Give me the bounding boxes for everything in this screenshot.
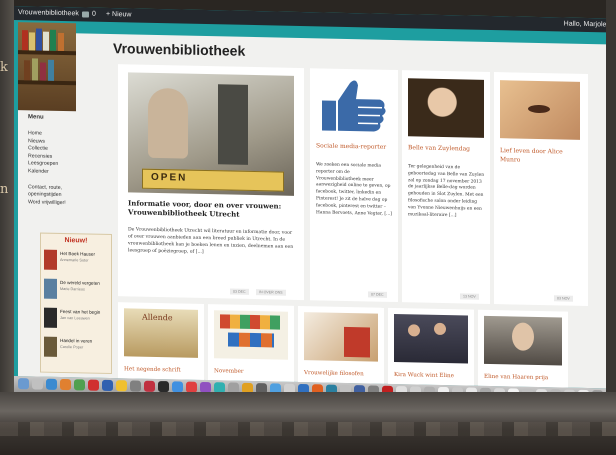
new-content-button[interactable]: + Nieuw: [106, 8, 131, 23]
featured-post-title[interactable]: Informatie voor, door en over vrouwen: V…: [128, 198, 294, 219]
thumbs-up-icon: [316, 76, 392, 136]
post-excerpt: Ter gelegenheid van de geboortedag van B…: [408, 164, 485, 218]
nieuw-book[interactable]: Handel in veren Carolie Poper: [44, 336, 108, 362]
post-title[interactable]: Vrouwelijke filosofen: [304, 370, 364, 377]
app-icon[interactable]: [158, 381, 169, 393]
featured-post-image: OPEN: [128, 72, 294, 196]
post-title[interactable]: November: [214, 368, 244, 375]
nieuw-title: Nieuw!: [64, 237, 88, 245]
app-icon[interactable]: [102, 379, 113, 392]
book-cover: [44, 249, 57, 270]
post-image-portrait: [408, 78, 484, 138]
app-icon[interactable]: [116, 380, 127, 392]
book-cover: [44, 307, 57, 328]
featured-post-category[interactable]: IN OVER ONS: [256, 289, 286, 296]
book-title: Handel in veren: [60, 337, 93, 344]
monitor-bezel-bottom: [0, 392, 616, 455]
nieuw-book[interactable]: De wereld vergeten Marie Darrieus: [44, 278, 108, 304]
nieuw-book[interactable]: Feest van het begin Jan van Leeuwen: [44, 307, 108, 333]
post-date: 03 NOV: [554, 295, 573, 302]
app-icon[interactable]: [172, 381, 183, 393]
app-icon[interactable]: [74, 379, 85, 391]
post-excerpt: We zoeken een sociale media reporter om …: [316, 162, 392, 217]
post-title[interactable]: Het negende schrift: [124, 366, 181, 373]
page-content: Vrouwenbibliotheek Menu Home Nieuws Coll…: [18, 22, 612, 389]
post-image-people: [394, 313, 468, 364]
monitor-screen: Vrouwenbibliotheek 0 + Nieuw Hallo, Marj…: [14, 6, 612, 405]
admin-bar-site-name[interactable]: Vrouwenbibliotheek: [18, 6, 79, 21]
post-card-filosofen[interactable]: Vrouwelijke filosofen: [298, 305, 384, 384]
post-card-november[interactable]: November: [208, 304, 294, 382]
book-author: Carolie Poper: [60, 344, 84, 350]
book-author: Marie Darrieus: [60, 286, 85, 292]
admin-bar: Vrouwenbibliotheek 0 + Nieuw Hallo, Marj…: [14, 6, 612, 33]
admin-bar-greeting[interactable]: Hallo, Marjolei: [564, 18, 608, 33]
post-card-kira-wuck[interactable]: Kira Wuck wint Eline: [388, 307, 474, 386]
app-icon[interactable]: [88, 379, 99, 391]
featured-post-card[interactable]: OPEN Informatie voor, door en over vrouw…: [118, 64, 304, 301]
post-image-letter-blocks: [214, 310, 288, 360]
open-sign-text: OPEN: [151, 171, 188, 184]
comments-count[interactable]: 0: [92, 8, 96, 22]
monitor-bezel-right: [606, 0, 616, 455]
app-icon[interactable]: [130, 380, 141, 392]
post-title[interactable]: Lief leven door Alice Munro: [500, 146, 584, 166]
app-icon[interactable]: [32, 378, 43, 390]
book-author: Jan van Leeuwen: [60, 315, 90, 321]
post-card-allende[interactable]: Allende Het negende schrift: [118, 302, 204, 380]
book-cover: [44, 336, 57, 357]
featured-post-date: 03 DEC: [230, 288, 249, 295]
featured-post-excerpt: De Vrouwenbibliotheek Utrecht wil litera…: [128, 227, 294, 255]
menu-item-vrijwilliger[interactable]: Word vrijwilliger!: [28, 199, 106, 208]
post-image-face: [500, 80, 580, 140]
book-author: Annemarie Sutor: [60, 257, 89, 263]
book-title: De wereld vergeten: [60, 279, 100, 286]
post-title[interactable]: Sociale media-reporter: [316, 142, 396, 151]
post-image-portrait: [484, 315, 562, 366]
left-margin-text-1: k: [0, 60, 8, 75]
post-image-book-cover: Allende: [124, 308, 198, 358]
post-date: 13 NOV: [460, 293, 479, 300]
post-card-eline[interactable]: Eline van Haaren prija: [478, 309, 568, 388]
nieuw-widget: Nieuw! Het Boek Hauser Annemarie Sutor D…: [40, 232, 112, 375]
post-title[interactable]: Kira Wuck wint Eline: [394, 372, 454, 379]
app-icon[interactable]: [144, 380, 155, 392]
post-title[interactable]: Belle van Zuylendag: [408, 144, 488, 153]
cover-text: Allende: [142, 312, 173, 323]
book-title: Feest van het begin: [60, 308, 101, 315]
app-icon[interactable]: [46, 378, 57, 390]
book-title: Het Boek Hauser: [60, 250, 95, 257]
left-margin-text-2: n: [0, 182, 9, 197]
post-card-sociale-media[interactable]: Sociale media-reporter We zoeken een soc…: [310, 68, 398, 303]
app-icon[interactable]: [60, 378, 71, 391]
header-bookshelf-image: [18, 22, 76, 112]
site-title[interactable]: Vrouwenbibliotheek: [113, 40, 245, 59]
finder-icon[interactable]: [18, 378, 29, 390]
post-image-books: [304, 312, 378, 362]
comments-icon[interactable]: [82, 11, 89, 18]
post-date: 07 DEC: [368, 291, 387, 298]
book-cover: [44, 278, 57, 299]
sidebar-menu: Menu Home Nieuws Collectie Recensies Lee…: [28, 114, 106, 208]
post-card-munro[interactable]: Lief leven door Alice Munro 03 NOV: [494, 72, 588, 307]
post-card-belle[interactable]: Belle van Zuylendag Ter gelegenheid van …: [402, 70, 490, 304]
nieuw-book[interactable]: Het Boek Hauser Annemarie Sutor: [44, 249, 108, 275]
post-title[interactable]: Eline van Haaren prija: [484, 374, 548, 381]
menu-title: Menu: [28, 114, 44, 121]
